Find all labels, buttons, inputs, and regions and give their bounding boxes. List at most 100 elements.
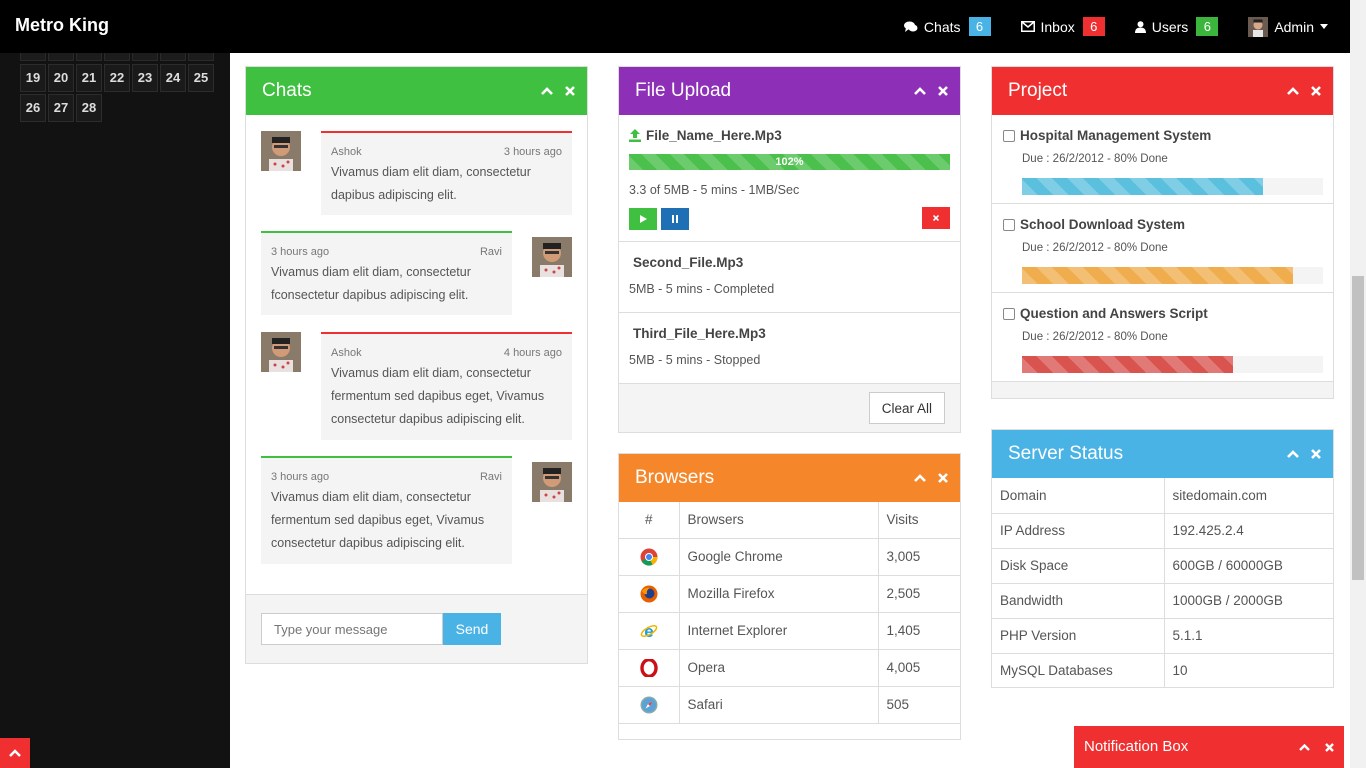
status-value: 1000GB / 2000GB: [1163, 582, 1333, 619]
chats-count-badge: 6: [968, 17, 991, 36]
clear-all-button[interactable]: Clear All: [868, 392, 945, 424]
browser-visits: 2,505: [877, 574, 960, 613]
page-scrollbar[interactable]: [1350, 0, 1366, 768]
close-icon: [933, 215, 939, 221]
close-icon: [938, 86, 948, 96]
project-panel-header: Project: [992, 67, 1333, 115]
comments-icon: [903, 21, 918, 32]
notification-box[interactable]: Notification Box: [1074, 726, 1344, 768]
close-button[interactable]: [565, 86, 575, 96]
scrollbar-thumb[interactable]: [1352, 276, 1364, 580]
nav-users-label: Users: [1151, 18, 1189, 35]
project-item: Hospital Management System Due : 26/2/20…: [992, 115, 1333, 204]
scroll-to-top-button[interactable]: [0, 738, 30, 768]
collapse-button[interactable]: [914, 87, 926, 95]
file-upload-panel-title: File Upload: [635, 80, 732, 101]
send-button[interactable]: Send: [443, 613, 501, 645]
calendar-day[interactable]: 23: [132, 64, 158, 92]
chevron-up-icon: [1287, 450, 1299, 458]
status-value: 10: [1163, 652, 1333, 688]
browser-visits: 1,405: [877, 611, 960, 650]
calendar-day[interactable]: 22: [104, 64, 130, 92]
status-value: 5.1.1: [1163, 617, 1333, 654]
close-icon: [1311, 86, 1321, 96]
play-button[interactable]: [629, 208, 657, 230]
calendar-week-row: 26 27 28: [20, 94, 216, 122]
nav-chats[interactable]: Chats 6: [903, 17, 991, 36]
firefox-icon: [640, 585, 658, 602]
expand-button[interactable]: [1299, 726, 1310, 768]
project-due: Due : 26/2/2012 - 80% Done: [1022, 242, 1168, 254]
nav-chats-label: Chats: [923, 18, 961, 35]
inbox-count-badge: 6: [1082, 17, 1105, 36]
close-icon: [1311, 449, 1321, 459]
pause-icon: [672, 215, 678, 223]
nav-users[interactable]: Users 6: [1134, 17, 1219, 36]
collapse-button[interactable]: [1287, 87, 1299, 95]
admin-avatar: [1248, 16, 1269, 37]
project-panel-title: Project: [1008, 80, 1068, 101]
collapse-button[interactable]: [914, 474, 926, 482]
browser-name: Google Chrome: [678, 537, 879, 576]
calendar-day[interactable]: 21: [76, 64, 102, 92]
server-status-table: Domain sitedomain.com IP Address 192.425.2…: [992, 478, 1333, 688]
browser-visits: 4,005: [877, 648, 960, 687]
chats-panel: Chats Ashok 3 hours ago Vivamus diam elit…: [245, 66, 588, 664]
close-button[interactable]: [938, 86, 948, 96]
pause-button[interactable]: [661, 208, 689, 230]
chat-time: 3 hours ago: [503, 146, 562, 158]
calendar-day[interactable]: 26: [20, 94, 46, 122]
chevron-up-icon: [1299, 743, 1310, 751]
table-row: MySQL Databases 10: [992, 652, 1333, 688]
browsers-table: # Browsers Visits Google Chrome 3,005 Mo…: [619, 502, 960, 724]
close-button[interactable]: [1325, 726, 1334, 768]
app-brand[interactable]: Metro King: [15, 15, 109, 36]
calendar-day[interactable]: 25: [188, 64, 214, 92]
upload-item: Second_File.Mp3 5MB - 5 mins - Completed: [619, 242, 960, 313]
cancel-upload-button[interactable]: [922, 207, 950, 229]
project-checkbox[interactable]: [1003, 308, 1015, 320]
close-icon: [1325, 742, 1334, 752]
close-button[interactable]: [1311, 86, 1321, 96]
chat-sender: Ashok: [331, 347, 362, 359]
calendar-day[interactable]: 20: [48, 64, 74, 92]
chat-message-input[interactable]: [261, 613, 443, 645]
table-row: Opera 4,005: [619, 648, 960, 687]
close-button[interactable]: [938, 473, 948, 483]
chevron-up-icon: [9, 749, 21, 757]
calendar-previous-row: [20, 53, 216, 61]
top-navbar: Metro King Chats 6 Inbox 6 Users 6 Admin: [0, 0, 1350, 53]
calendar-day[interactable]: 19: [20, 64, 46, 92]
project-checkbox[interactable]: [1003, 130, 1015, 142]
browsers-panel-title: Browsers: [635, 467, 715, 488]
notification-box-title: Notification Box: [1084, 738, 1189, 755]
chats-panel-title: Chats: [262, 80, 312, 101]
nav-inbox[interactable]: Inbox 6: [1020, 17, 1105, 36]
chats-panel-header: Chats: [246, 67, 587, 115]
status-label: Disk Space: [992, 547, 1165, 584]
calendar-day[interactable]: 24: [160, 64, 186, 92]
collapse-button[interactable]: [541, 87, 553, 95]
users-count-badge: 6: [1196, 17, 1219, 36]
calendar-week-row: 19 20 21 22 23 24 25: [20, 64, 216, 92]
chat-sender: Ashok: [331, 146, 362, 158]
chat-footer: Send: [246, 594, 587, 663]
chevron-up-icon: [1287, 87, 1299, 95]
chat-sender: Ravi: [479, 246, 502, 258]
calendar-day[interactable]: 27: [48, 94, 74, 122]
nav-admin-dropdown[interactable]: Admin: [1248, 16, 1334, 37]
chat-time: 3 hours ago: [271, 246, 330, 258]
server-status-panel: Server Status Domain sitedomain.com IP Ad…: [991, 429, 1334, 688]
browser-name: Opera: [678, 648, 879, 687]
browser-visits: 505: [877, 685, 960, 724]
avatar: [532, 237, 572, 277]
collapse-button[interactable]: [1287, 450, 1299, 458]
project-progress-bar: [1022, 178, 1323, 195]
calendar-day[interactable]: 28: [76, 94, 102, 122]
column-header: Browsers: [678, 502, 879, 539]
browser-name: Internet Explorer: [678, 611, 879, 650]
upload-icon: [629, 129, 641, 142]
close-button[interactable]: [1311, 449, 1321, 459]
chevron-up-icon: [914, 474, 926, 482]
project-checkbox[interactable]: [1003, 219, 1015, 231]
